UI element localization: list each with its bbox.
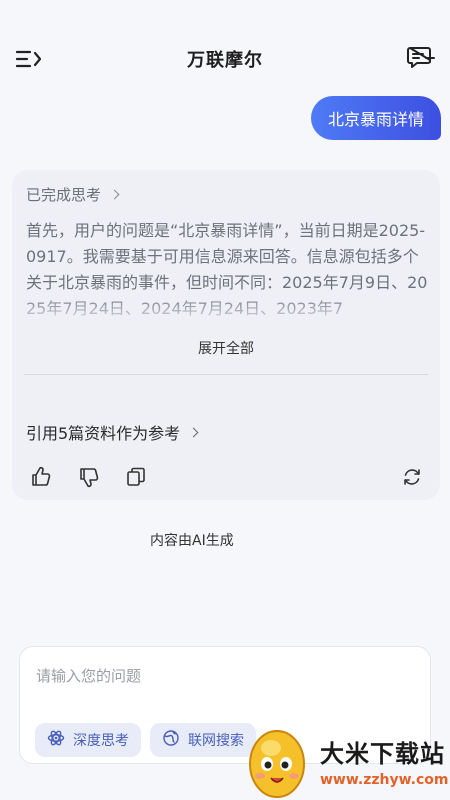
globe-icon (162, 729, 180, 751)
thumbs-down-icon[interactable] (78, 466, 100, 488)
refresh-icon[interactable] (401, 466, 423, 488)
new-chat-icon[interactable] (406, 45, 436, 71)
deep-think-label: 深度思考 (73, 733, 129, 749)
web-search-button[interactable]: 联网搜索 (150, 723, 256, 757)
user-message-bubble: 北京暴雨详情 (311, 96, 441, 140)
text-fade-overlay (12, 294, 440, 326)
atom-icon (47, 729, 65, 751)
copy-icon[interactable] (125, 466, 147, 488)
thinking-toggle[interactable]: 已完成思考 (26, 184, 120, 205)
watermark-url: www.zzhyw.com (320, 772, 449, 788)
web-search-label: 联网搜索 (188, 733, 244, 749)
references-link[interactable]: 引用5篇资料作为参考 (26, 420, 199, 444)
divider (24, 374, 428, 375)
question-input-placeholder[interactable]: 请输入您的问题 (36, 665, 141, 686)
page-title: 万联摩尔 (187, 50, 263, 71)
mascot-logo-icon (246, 720, 308, 800)
expand-all-button[interactable]: 展开全部 (12, 338, 440, 358)
watermark-title: 大米下载站 (320, 740, 445, 768)
answer-card: 已完成思考 首先，用户的问题是“北京暴雨详情”，当前日期是2025-0917。我… (12, 170, 440, 500)
chevron-right-icon (188, 427, 199, 437)
thinking-label: 已完成思考 (26, 186, 102, 204)
site-watermark: 大米下载站 www.zzhyw.com (246, 720, 450, 800)
chevron-right-icon (109, 189, 120, 200)
ai-generated-note: 内容由AI生成 (150, 533, 234, 549)
references-label: 引用5篇资料作为参考 (26, 424, 181, 443)
deep-think-button[interactable]: 深度思考 (35, 723, 141, 757)
thumbs-up-icon[interactable] (30, 466, 52, 488)
answer-actions (12, 466, 440, 492)
